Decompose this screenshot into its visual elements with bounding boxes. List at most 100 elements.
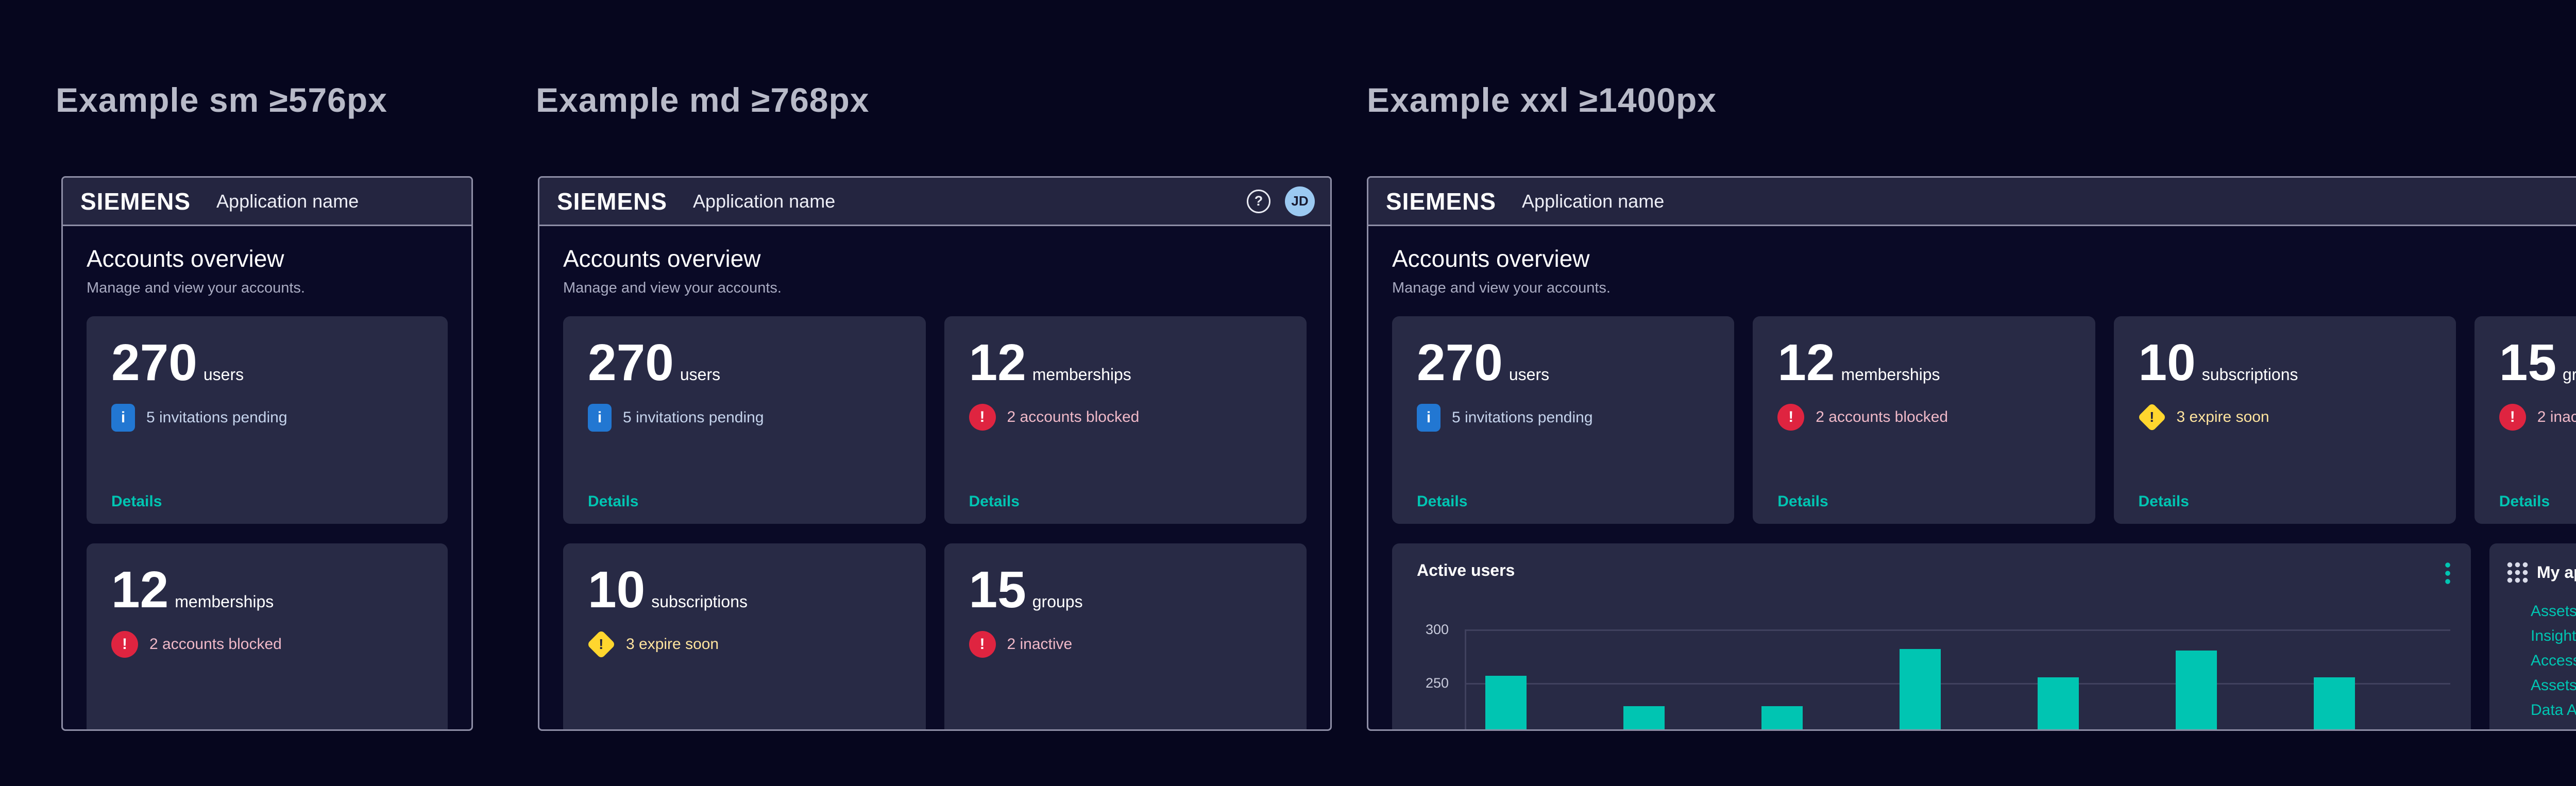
stat-note: 2 inactive xyxy=(2537,408,2576,426)
stat-note-row: ! 2 inactive xyxy=(2499,404,2576,431)
siemens-logo: SIEMENS xyxy=(80,187,191,215)
example-title-sm: Example sm ≥576px xyxy=(56,80,387,119)
avatar[interactable]: JD xyxy=(1285,186,1315,216)
help-icon[interactable]: ? xyxy=(1247,190,1270,213)
details-link[interactable]: Details xyxy=(969,493,1020,510)
stat-note: 5 invitations pending xyxy=(1452,409,1593,426)
app-header: SIEMENS Application name ? JD xyxy=(539,178,1330,226)
active-users-bar xyxy=(1485,676,1527,731)
warning-badge-icon: ! xyxy=(2137,403,2166,432)
active-users-bar xyxy=(2038,677,2079,731)
stat-note: 3 expire soon xyxy=(626,636,719,653)
stat-note-row: ! 2 inactive xyxy=(969,631,1307,658)
app-window-sm: SIEMENS Application name Accounts overvi… xyxy=(61,176,473,731)
stat-value-row: 15 groups xyxy=(2475,316,2576,388)
page-content: Accounts overview Manage and view your a… xyxy=(1368,226,2576,731)
warning-badge-icon: ! xyxy=(587,630,616,659)
app-link-assets-flow[interactable]: Assets flow xyxy=(2531,603,2576,620)
stat-value: 10 xyxy=(2139,337,2196,388)
error-badge-icon: ! xyxy=(969,404,996,431)
details-link[interactable]: Details xyxy=(111,493,162,510)
stat-value-row: 15 groups xyxy=(944,543,1307,616)
page-title: Accounts overview xyxy=(1392,245,2576,272)
stat-card-memberships: 12 memberships ! 2 accounts blocked Deta… xyxy=(944,316,1307,524)
active-users-plot xyxy=(1465,543,2450,731)
stat-unit: groups xyxy=(2563,365,2576,384)
active-users-bar xyxy=(2176,651,2217,731)
stat-note: 2 accounts blocked xyxy=(1816,408,1948,426)
stat-note: 3 expire soon xyxy=(2177,408,2269,426)
stat-note-row: ! 3 expire soon xyxy=(588,631,926,658)
stat-card-users: 270 users i 5 invitations pending Detail… xyxy=(1392,316,1734,524)
stat-unit: groups xyxy=(1032,592,1083,611)
app-link-data-app[interactable]: Data App xyxy=(2531,702,2576,719)
stat-value-row: 270 users xyxy=(563,316,926,388)
page-subtitle: Manage and view your accounts. xyxy=(1392,280,2576,297)
list-item: Assets App › xyxy=(2531,673,2576,698)
stat-value-row: 10 subscriptions xyxy=(563,543,926,616)
stat-unit: subscriptions xyxy=(2202,365,2298,384)
info-badge-icon: i xyxy=(1417,404,1440,432)
app-header: SIEMENS Application name xyxy=(63,178,471,226)
app-link-assets-app[interactable]: Assets App xyxy=(2531,677,2576,694)
stat-note: 2 accounts blocked xyxy=(1007,408,1140,426)
stat-value: 12 xyxy=(969,337,1026,388)
stat-unit: memberships xyxy=(1841,365,1940,384)
details-link[interactable]: Details xyxy=(588,493,638,510)
stat-value: 12 xyxy=(1777,337,1835,388)
details-link[interactable]: Details xyxy=(1417,493,1467,510)
info-badge-icon: i xyxy=(588,404,612,432)
siemens-logo: SIEMENS xyxy=(1386,187,1496,215)
stat-unit: memberships xyxy=(1032,365,1131,384)
stat-value-row: 270 users xyxy=(1392,316,1734,388)
active-users-bar xyxy=(2314,677,2355,731)
stat-value-row: 12 memberships xyxy=(87,543,448,616)
stat-card-memberships: 12 memberships ! 2 accounts blocked Deta… xyxy=(1753,316,2095,524)
details-link[interactable]: Details xyxy=(2499,493,2550,510)
stat-note-row: ! 2 accounts blocked xyxy=(1777,404,2095,431)
my-apps-card: My apps Assets flow › Insights › Access … xyxy=(2489,543,2576,731)
y-tick-300: 300 xyxy=(1413,622,1449,638)
active-users-bar xyxy=(1900,649,1941,731)
page-subtitle: Manage and view your accounts. xyxy=(87,280,448,297)
app-link-insights[interactable]: Insights xyxy=(2531,627,2576,645)
list-item: Insights › xyxy=(2531,624,2576,648)
stat-value: 12 xyxy=(111,564,168,616)
page-title: Accounts overview xyxy=(87,245,448,272)
stat-unit: users xyxy=(204,365,244,384)
stat-note-row: i 5 invitations pending xyxy=(1417,404,1734,432)
list-item: Assets flow › xyxy=(2531,599,2576,624)
stat-card-groups: 15 groups ! 2 inactive Details xyxy=(2475,316,2576,524)
app-link-access-key[interactable]: Access key xyxy=(2531,652,2576,670)
details-link[interactable]: Details xyxy=(2139,493,2189,510)
list-item: Access key › xyxy=(2531,648,2576,673)
info-badge-icon: i xyxy=(111,404,135,432)
stat-card-subscriptions: 10 subscriptions ! 3 expire soon Details xyxy=(563,543,926,731)
example-title-md: Example md ≥768px xyxy=(536,80,870,119)
stat-value: 10 xyxy=(588,564,645,616)
stat-card-memberships: 12 memberships ! 2 accounts blocked Deta… xyxy=(87,543,448,731)
stat-value: 270 xyxy=(588,337,674,388)
app-header: SIEMENS Application name ? JD xyxy=(1368,178,2576,226)
stat-value: 270 xyxy=(111,337,197,388)
stat-value-row: 12 memberships xyxy=(1753,316,2095,388)
stat-card-users: 270 users i 5 invitations pending Detail… xyxy=(87,316,448,524)
page-subtitle: Manage and view your accounts. xyxy=(563,280,1307,297)
siemens-logo: SIEMENS xyxy=(557,187,667,215)
app-name: Application name xyxy=(1522,191,1664,212)
my-apps-list: Assets flow › Insights › Access key › As… xyxy=(2531,599,2576,723)
stat-card-subscriptions: 10 subscriptions ! 3 expire soon Details xyxy=(2114,316,2456,524)
list-item: Data App › xyxy=(2531,698,2576,723)
apps-grid-icon xyxy=(2506,561,2529,584)
stat-note-row: ! 3 expire soon xyxy=(2139,404,2456,431)
details-link[interactable]: Details xyxy=(1777,493,1828,510)
stat-value: 15 xyxy=(2499,337,2556,388)
page-content: Accounts overview Manage and view your a… xyxy=(539,226,1330,731)
stat-note: 5 invitations pending xyxy=(146,409,287,426)
stat-value: 15 xyxy=(969,564,1026,616)
error-badge-icon: ! xyxy=(2499,404,2526,431)
error-badge-icon: ! xyxy=(111,631,138,658)
stat-note-row: ! 2 accounts blocked xyxy=(969,404,1307,431)
y-tick-250: 250 xyxy=(1413,675,1449,691)
stat-note: 2 accounts blocked xyxy=(149,636,282,653)
